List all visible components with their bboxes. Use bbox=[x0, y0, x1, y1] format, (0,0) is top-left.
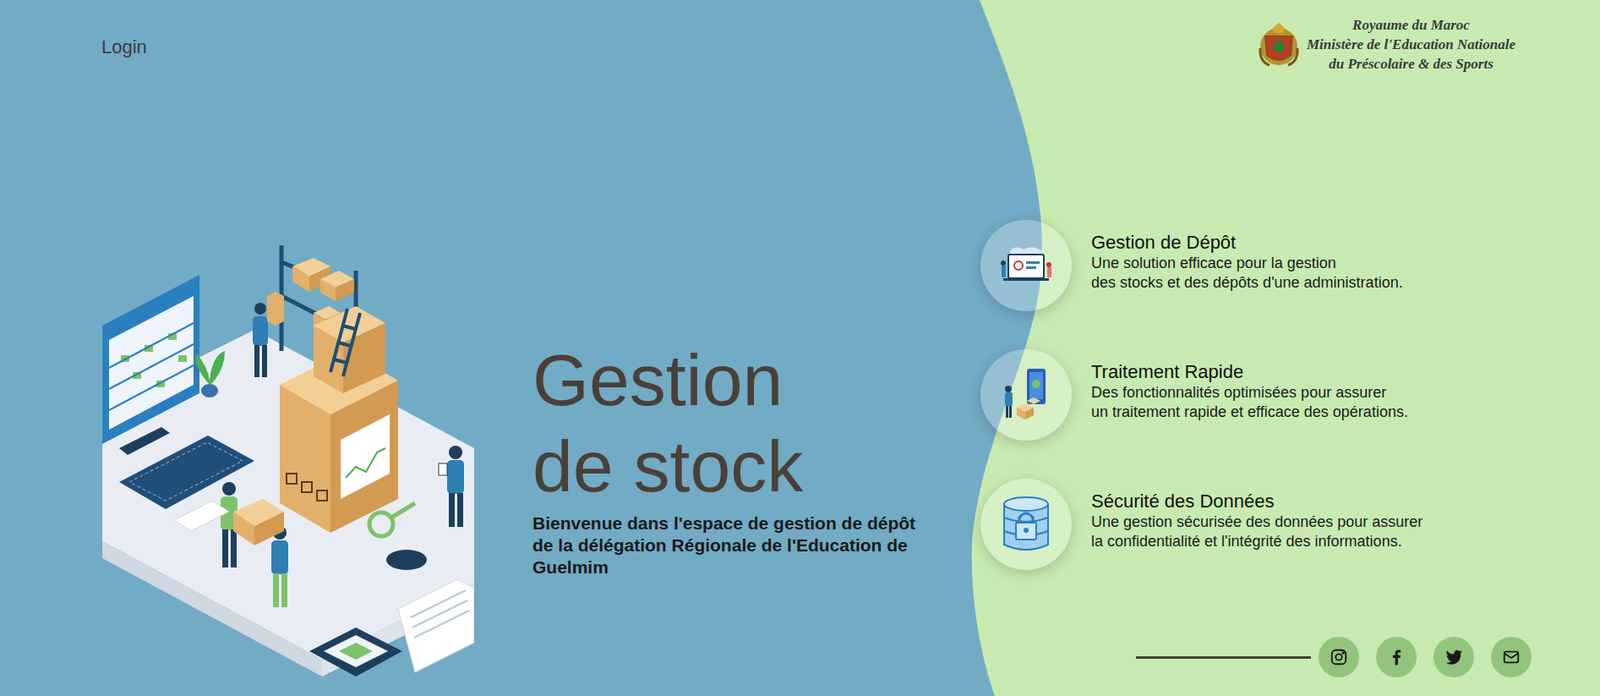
feature-item: Gestion de DépôtUne solution efficace po… bbox=[980, 219, 1600, 312]
social-links bbox=[1318, 636, 1532, 678]
feature-item: Traitement RapideDes fonctionnalités opt… bbox=[980, 349, 1600, 441]
warehouse-illustration-icon bbox=[102, 245, 475, 685]
feature-title: Gestion de Dépôt bbox=[1091, 231, 1404, 254]
hero-subtitle-line: de la délégation Régionale de l'Educatio… bbox=[532, 534, 981, 557]
instagram-icon bbox=[1329, 647, 1349, 667]
landing-page: Login Royaume du MarocMinistère de l'Edu… bbox=[0, 0, 1600, 696]
feature-text: Traitement RapideDes fonctionnalités opt… bbox=[1091, 349, 1409, 422]
logo-line: Ministère de l'Education Nationale bbox=[1306, 34, 1516, 55]
twitter-link[interactable] bbox=[1433, 636, 1475, 678]
header: Login Royaume du MarocMinistère de l'Edu… bbox=[0, 0, 1600, 85]
feature-icon-circle bbox=[980, 349, 1072, 441]
twitter-icon bbox=[1443, 647, 1464, 667]
phone-delivery-icon bbox=[999, 366, 1053, 423]
hero-subtitle-line: Guelmim bbox=[532, 556, 981, 579]
feature-icon-circle bbox=[980, 219, 1072, 312]
logo-line: Royaume du Maroc bbox=[1352, 15, 1470, 35]
feature-text: Gestion de DépôtUne solution efficace po… bbox=[1091, 219, 1404, 293]
mail-icon bbox=[1501, 647, 1521, 667]
feature-description-line: des stocks et des dépôts d'une administr… bbox=[1091, 273, 1404, 293]
right-column: Gestion de DépôtUne solution efficace po… bbox=[980, 84, 1600, 696]
instagram-link[interactable] bbox=[1318, 636, 1360, 678]
feature-item: Sécurité des DonnéesUne gestion sécurisé… bbox=[980, 478, 1600, 570]
hero-subtitle: Bienvenue dans l'espace de gestion de dé… bbox=[532, 512, 981, 579]
warehouse-illustration bbox=[102, 245, 475, 685]
feature-title: Sécurité des Données bbox=[1091, 490, 1423, 513]
feature-text: Sécurité des DonnéesUne gestion sécurisé… bbox=[1091, 478, 1423, 552]
feature-title: Traitement Rapide bbox=[1091, 360, 1409, 383]
hero-title: Gestionde stock bbox=[532, 336, 981, 509]
feature-description-line: Des fonctionnalités optimisées pour assu… bbox=[1091, 382, 1409, 403]
feature-description-line: la confidentialité et l'intégrité des in… bbox=[1091, 531, 1423, 552]
feature-description-line: un traitement rapide et efficace des opé… bbox=[1091, 402, 1409, 422]
facebook-icon bbox=[1387, 647, 1406, 667]
dashboard-monitor-icon bbox=[998, 244, 1054, 287]
feature-icon-circle bbox=[980, 478, 1072, 570]
main-area: Gestionde stock Bienvenue dans l'espace … bbox=[0, 84, 1600, 696]
moroccan-emblem-icon bbox=[1257, 21, 1300, 69]
facebook-link[interactable] bbox=[1376, 636, 1417, 678]
hero: Gestionde stock Bienvenue dans l'espace … bbox=[532, 84, 981, 696]
hero-title-line: de stock bbox=[532, 422, 981, 509]
hero-subtitle-line: Bienvenue dans l'espace de gestion de dé… bbox=[532, 512, 981, 535]
ministry-logo: Royaume du MarocMinistère de l'Education… bbox=[1257, 0, 1600, 74]
social-bar bbox=[980, 636, 1600, 678]
database-lock-icon bbox=[1000, 495, 1052, 553]
divider-line bbox=[1135, 655, 1311, 659]
logo-line: du Préscolaire & des Sports bbox=[1328, 54, 1494, 74]
hero-title-line: Gestion bbox=[532, 336, 981, 423]
feature-description-line: Une solution efficace pour la gestion bbox=[1091, 253, 1404, 274]
feature-list: Gestion de DépôtUne solution efficace po… bbox=[980, 219, 1600, 570]
feature-description-line: Une gestion sécurisée des données pour a… bbox=[1091, 512, 1423, 532]
login-link[interactable]: Login bbox=[101, 36, 148, 58]
email-link[interactable] bbox=[1490, 636, 1532, 678]
